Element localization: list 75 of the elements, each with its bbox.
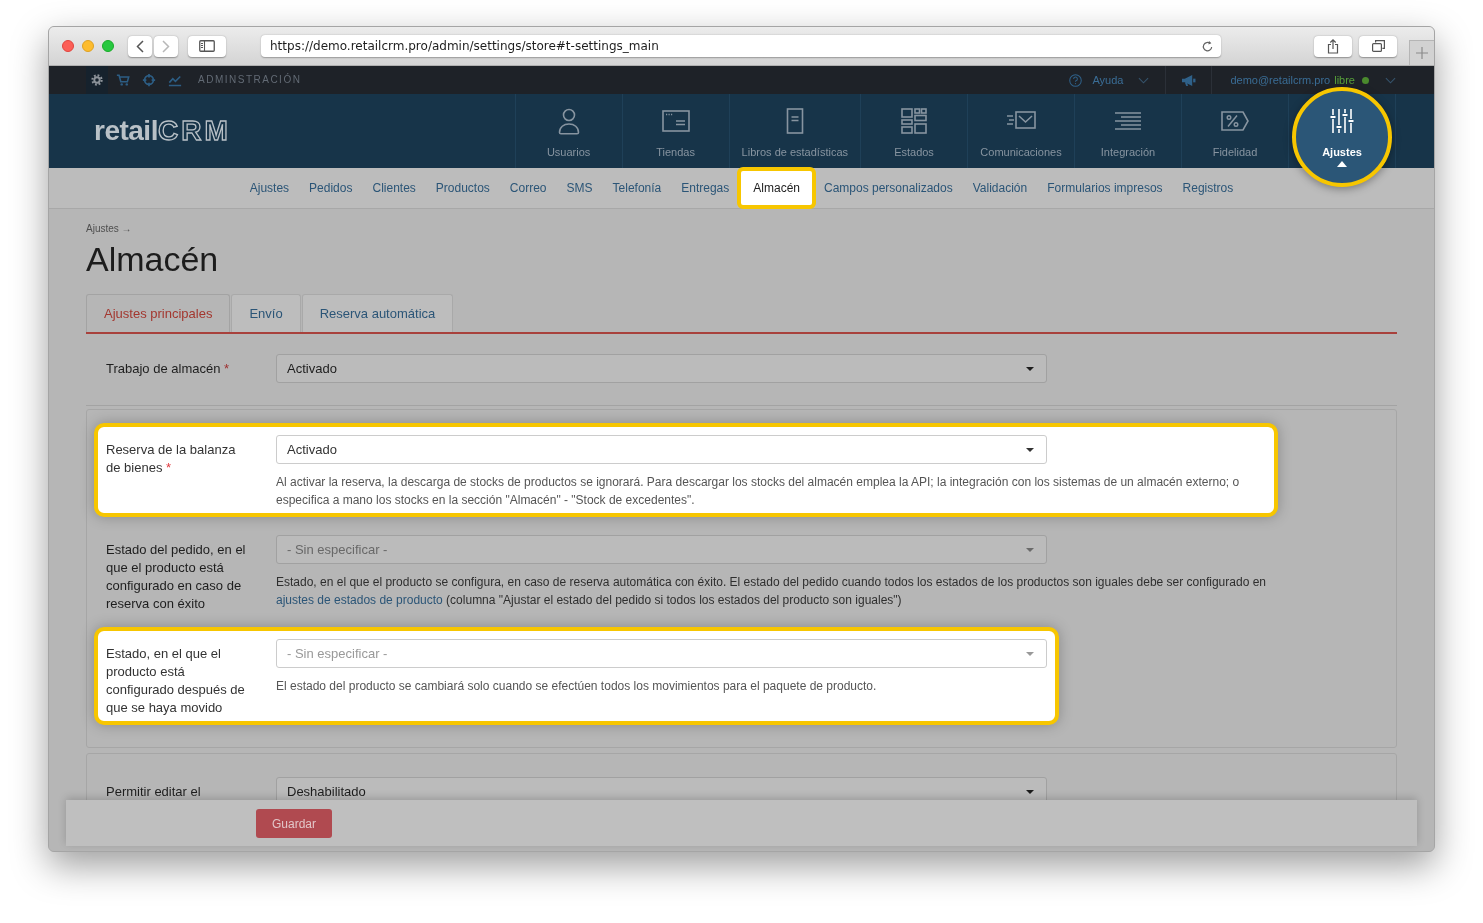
sub-nav-link[interactable]: Correo [509,179,547,197]
tabs-icon [1371,40,1385,52]
nav-item[interactable]: Integración [1075,94,1181,168]
user-email[interactable]: demo@retailcrm.pro [1230,74,1331,86]
close-icon[interactable] [62,40,74,52]
chevron-down-icon [1138,76,1150,84]
chevron-down-icon [1385,76,1396,84]
caret-down-icon [1026,651,1034,656]
settings-button[interactable] [86,66,108,94]
tab[interactable]: Ajustes principales [86,294,231,332]
tab[interactable]: Reserva automática [301,294,454,332]
address-field[interactable]: https://demo.retailcrm.pro/admin/settings/store#t-settings_main [261,35,1221,57]
breadcrumb-link[interactable]: Ajustes → [86,223,132,235]
nav-item[interactable]: Libros de estadísticas [729,94,860,168]
field-label: Trabajo de almacén * [106,360,231,378]
megaphone-icon [1181,73,1197,87]
share-icon [1327,38,1339,54]
nav-item[interactable]: Comunicaciones [968,94,1074,168]
nav-item[interactable]: Estados [861,94,967,168]
nav-item[interactable]: Fidelidad [1182,94,1288,168]
logo-mark: CRM [157,115,231,147]
tab[interactable]: Envío [231,294,301,332]
select-field[interactable]: - Sin especificar - [276,535,1047,564]
share-button[interactable] [1314,35,1352,57]
plus-icon [1416,47,1428,59]
tabs-button[interactable] [1359,35,1397,57]
settings-link[interactable]: ajustes de estados de producto [276,593,443,607]
sub-nav-link[interactable]: Validación [972,179,1028,197]
field-label: Estado del pedido, en el que el producto está configurado en caso de reserva con éxito [106,541,247,613]
page-title: Almacén [86,239,219,279]
sub-nav-link[interactable]: Formularios impresos [1047,179,1163,197]
plan-label: libre [1334,74,1355,86]
caret-down-icon [1026,447,1034,452]
reload-icon [1201,39,1214,53]
field-label: Estado, en el que el producto está configurado después de que se haya movido [106,645,246,717]
line-chart-icon [168,73,182,87]
maximize-icon[interactable] [102,40,114,52]
select-field[interactable]: Activado [276,354,1047,383]
sub-nav-link[interactable]: Clientes [372,179,416,197]
nav-item[interactable]: Tiendas [622,94,729,168]
caret-down-icon [1026,366,1034,371]
nav-item[interactable]: Usuarios [515,94,622,168]
sub-nav-link[interactable]: Entregas [681,179,730,197]
back-button[interactable] [128,35,152,57]
help-text: Estado, en el que el producto se configura, en caso de reserva automática con éxito. El estado del pedido cuando todos los estados de los productos son iguales debe ser configurado en ajustes de estados de producto (columna "Ajustar el estado del pedido si todos los estados del producto son iguales") [276,574,1266,609]
help-icon [1069,73,1083,87]
sub-nav-link[interactable]: Campos personalizados [824,179,953,197]
grid-icon [899,106,929,136]
logo-text: retail [94,115,158,147]
sub-nav-link[interactable]: Ajustes [249,179,290,197]
crosshair-icon [142,73,156,87]
sub-nav-link[interactable]: Telefonía [612,179,662,197]
sub-nav-link[interactable]: Registros [1182,179,1234,197]
sub-nav-link[interactable]: Pedidos [309,179,353,197]
help-link[interactable]: Ayuda [1092,74,1124,86]
help-text: Al activar la reserva, la descarga de stocks de productos se ignorará. Para descargar los stocks del almacén emplea la API; la integración con los sistemas de un almacén externo; o especifica a mano los stocks en la sección "Almacén" - "Stock de excedentes". [276,474,1241,509]
sub-nav-link[interactable]: Almacén [737,167,816,209]
minimize-icon[interactable] [82,40,94,52]
select-field[interactable]: Deshabilitado [276,777,1047,800]
sidebar-button[interactable] [188,35,226,57]
help-text: El estado del producto se cambiará solo cuando se efectúen todos los movimientos para el paquete de producto. [276,678,878,695]
select-field[interactable]: Activado [276,435,1047,464]
caret-down-icon [1026,789,1034,794]
new-tab-button[interactable] [1409,40,1434,65]
select-field[interactable]: - Sin especificar - [276,639,1047,668]
settings-icon [90,73,104,87]
sub-nav-link[interactable]: Productos [435,179,490,197]
sidebar-icon [199,40,215,52]
sub-nav-link[interactable]: SMS [566,179,593,197]
section-label: ADMINSTRACIÓN [198,74,302,86]
caret-down-icon [1026,547,1034,552]
save-button[interactable]: Guardar [256,809,332,838]
field-label: Permitir editar el [106,783,202,800]
cart-icon [116,73,130,87]
field-label: Reserva de la balanza de bienes * [106,441,237,477]
